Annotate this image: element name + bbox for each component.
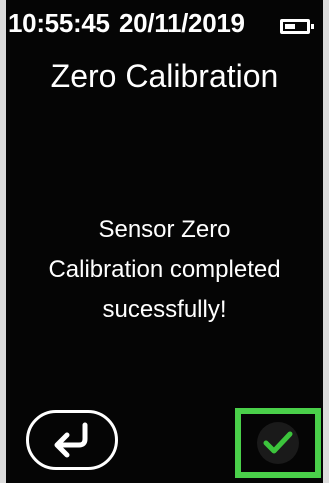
checkmark-icon [263,431,293,454]
device-screen: 10:55:45 20/11/2019 Zero Calibration Sen… [6,0,323,483]
return-arrow-icon [54,422,88,458]
page-title: Zero Calibration [50,58,279,94]
battery-tip [311,24,314,29]
confirm-button-face [257,422,299,464]
confirm-button[interactable] [235,408,321,478]
battery-level [285,24,295,29]
clock-date: 20/11/2019 [119,8,245,38]
message-line: Sensor Zero [98,216,231,243]
battery-icon [280,19,314,34]
status-bar: 10:55:45 20/11/2019 [6,6,323,40]
message-line: sucessfully! [102,296,227,323]
clock-time: 10:55:45 [8,8,110,38]
message-line: Calibration completed [48,256,281,283]
status-message: Sensor Zero Calibration completed sucess… [6,210,323,330]
back-button[interactable] [26,410,118,470]
